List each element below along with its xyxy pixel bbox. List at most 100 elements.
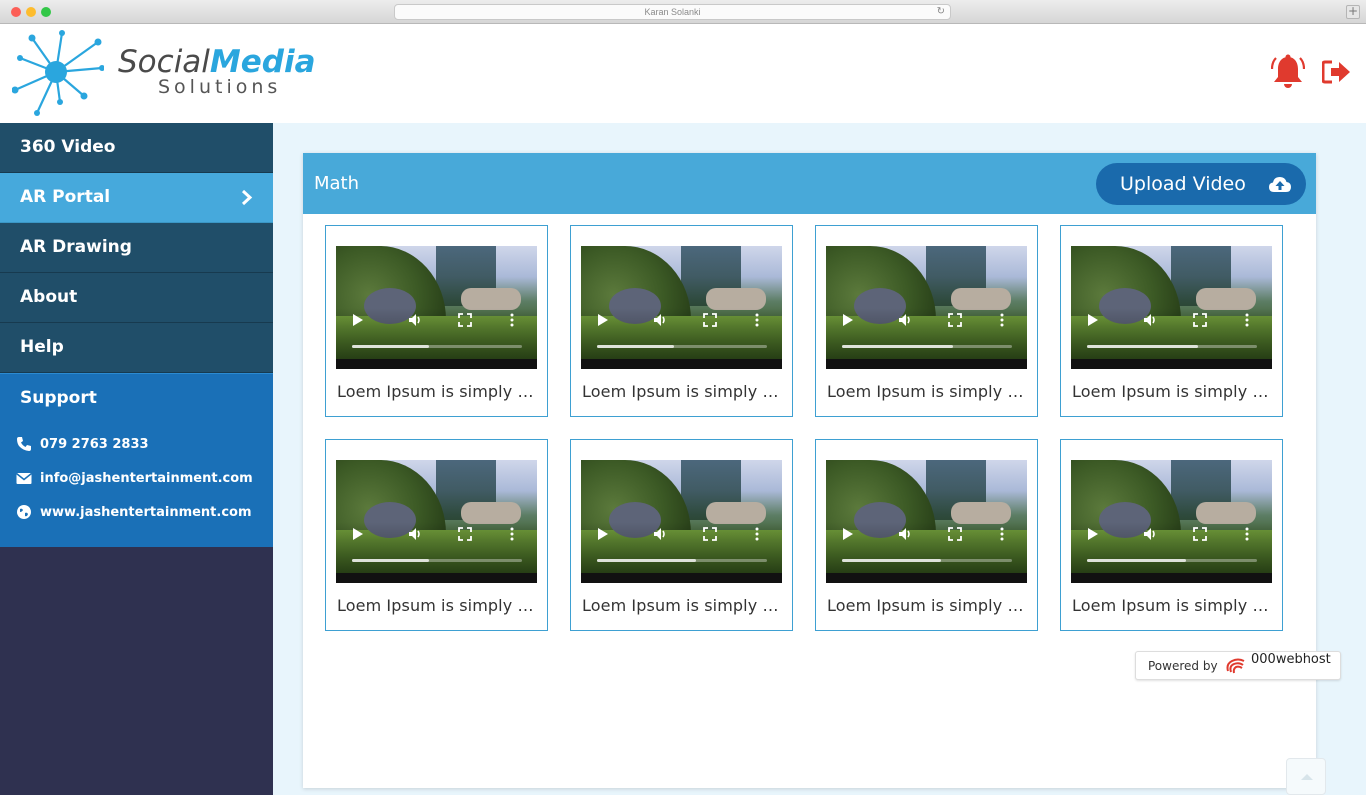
fullscreen-icon[interactable] [703,527,717,541]
more-options-icon[interactable] [753,527,761,541]
close-window-button[interactable] [11,7,21,17]
video-progress-fill [1087,345,1198,348]
video-card[interactable]: Loem Ipsum is simply dummy text [570,439,793,631]
video-caption: Loem Ipsum is simply dummy text [1072,596,1272,615]
support-phone[interactable]: 079 2763 2833 [0,427,273,461]
video-player[interactable] [581,460,782,583]
volume-icon[interactable] [408,313,422,327]
sidebar-item-label: 360 Video [20,137,116,157]
new-tab-button[interactable]: + [1346,5,1360,19]
sidebar-item-about[interactable]: About [0,273,273,323]
sidebar-item-label: Help [20,337,64,357]
play-icon[interactable] [595,527,609,541]
fullscreen-icon[interactable] [948,527,962,541]
video-caption: Loem Ipsum is simply dummy text [827,596,1027,615]
sidebar-item-ar-drawing[interactable]: AR Drawing [0,223,273,273]
address-text: Karan Solanki [644,7,701,17]
video-card[interactable]: Loem Ipsum is simply dummy text [815,439,1038,631]
more-options-icon[interactable] [753,313,761,327]
upload-video-button[interactable]: Upload Video [1096,163,1306,205]
fullscreen-icon[interactable] [948,313,962,327]
volume-icon[interactable] [898,527,912,541]
support-email[interactable]: info@jashentertainment.com [0,461,273,495]
volume-icon[interactable] [653,527,667,541]
chevron-right-icon [241,189,253,206]
globe-icon [17,505,31,519]
fullscreen-icon[interactable] [1193,313,1207,327]
video-progress-bar[interactable] [842,345,1012,348]
envelope-icon [16,472,32,484]
video-caption: Loem Ipsum is simply dummy text [337,382,537,401]
support-website[interactable]: www.jashentertainment.com [0,495,273,529]
more-options-icon[interactable] [998,313,1006,327]
volume-icon[interactable] [1143,527,1157,541]
sidebar-item-360-video[interactable]: 360 Video [0,123,273,173]
more-options-icon[interactable] [998,527,1006,541]
video-progress-bar[interactable] [352,559,522,562]
video-progress-fill [597,559,696,562]
play-icon[interactable] [350,313,364,327]
fullscreen-icon[interactable] [458,527,472,541]
zoom-window-button[interactable] [41,7,51,17]
sidebar-item-label: AR Portal [20,187,111,207]
minimize-window-button[interactable] [26,7,36,17]
panel-header: Math Upload Video [303,153,1316,214]
video-progress-bar[interactable] [1087,559,1257,562]
video-caption: Loem Ipsum is simply dummy text [337,596,537,615]
video-card[interactable]: Loem Ipsum is simply dummy text [1060,225,1283,417]
play-icon[interactable] [840,527,854,541]
site-header: SocialMedia Solutions [0,24,1366,123]
video-progress-bar[interactable] [352,345,522,348]
video-progress-fill [597,345,674,348]
volume-icon[interactable] [653,313,667,327]
more-options-icon[interactable] [1243,527,1251,541]
logo-text[interactable]: SocialMedia Solutions [118,44,316,98]
more-options-icon[interactable] [508,313,516,327]
video-player[interactable] [826,246,1027,369]
play-icon[interactable] [595,313,609,327]
play-icon[interactable] [1085,313,1099,327]
fullscreen-icon[interactable] [703,313,717,327]
video-player[interactable] [826,460,1027,583]
logout-icon[interactable] [1322,60,1352,84]
fullscreen-icon[interactable] [458,313,472,327]
video-card[interactable]: Loem Ipsum is simply dummy text [1060,439,1283,631]
volume-icon[interactable] [898,313,912,327]
network-logo-icon[interactable] [12,30,104,116]
video-card[interactable]: Loem Ipsum is simply dummy text [325,225,548,417]
address-bar[interactable]: Karan Solanki ↻ [394,4,951,20]
volume-icon[interactable] [1143,313,1157,327]
bell-icon[interactable] [1271,54,1305,90]
video-progress-fill [842,345,953,348]
video-progress-bar[interactable] [597,559,767,562]
video-card[interactable]: Loem Ipsum is simply dummy text [325,439,548,631]
video-player[interactable] [336,460,537,583]
video-progress-fill [1087,559,1186,562]
video-progress-bar[interactable] [842,559,1012,562]
sidebar-item-help[interactable]: Help [0,323,273,373]
video-progress-bar[interactable] [597,345,767,348]
volume-icon[interactable] [408,527,422,541]
video-progress-bar[interactable] [1087,345,1257,348]
video-caption: Loem Ipsum is simply dummy text [1072,382,1272,401]
support-section: Support 079 2763 2833 info@jashentertain… [0,373,273,547]
video-player[interactable] [581,246,782,369]
video-player[interactable] [1071,460,1272,583]
video-caption: Loem Ipsum is simply dummy text [582,596,782,615]
chevron-up-icon [1301,774,1313,780]
powered-by-badge[interactable]: Powered by 000webhost [1135,651,1341,680]
fullscreen-icon[interactable] [1193,527,1207,541]
more-options-icon[interactable] [508,527,516,541]
play-icon[interactable] [1085,527,1099,541]
more-options-icon[interactable] [1243,313,1251,327]
video-player[interactable] [336,246,537,369]
video-player[interactable] [1071,246,1272,369]
video-card[interactable]: Loem Ipsum is simply dummy text [815,225,1038,417]
scroll-to-top-button[interactable] [1286,758,1326,795]
sidebar-item-ar-portal[interactable]: AR Portal [0,173,273,223]
play-icon[interactable] [840,313,854,327]
play-icon[interactable] [350,527,364,541]
reload-icon[interactable]: ↻ [937,5,945,19]
video-progress-fill [352,559,429,562]
video-card[interactable]: Loem Ipsum is simply dummy text [570,225,793,417]
